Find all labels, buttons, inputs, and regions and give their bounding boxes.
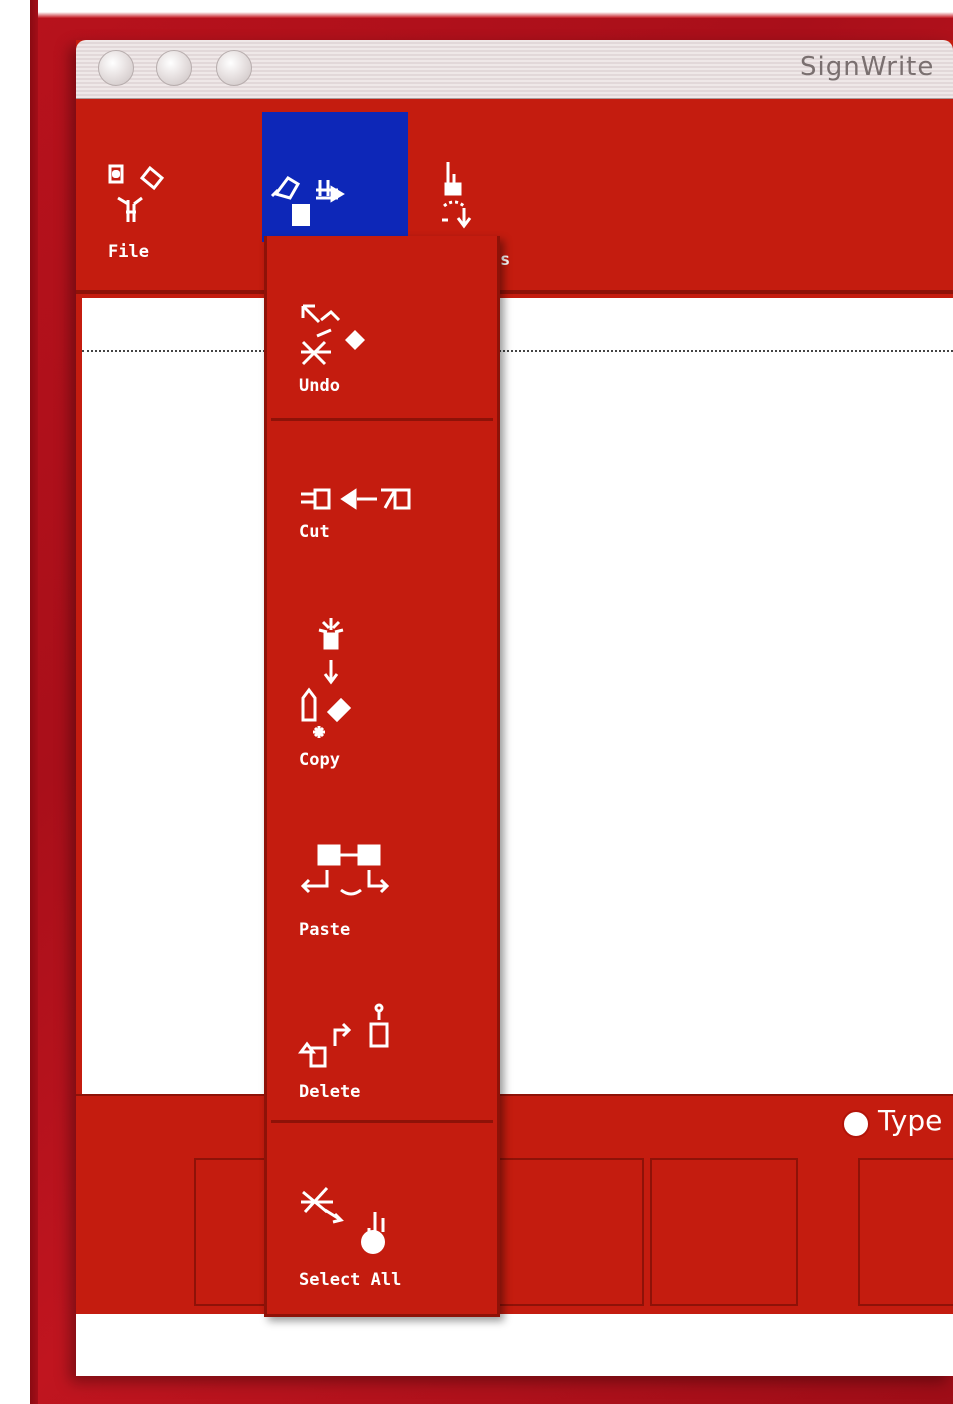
window-title: SignWrite	[800, 52, 935, 82]
palette-slot[interactable]	[496, 1158, 644, 1306]
toolbar-file-button[interactable]: File	[96, 112, 242, 276]
menu-separator	[271, 1120, 493, 1123]
menu-item-copy[interactable]: Copy	[267, 562, 497, 802]
desktop-edge	[0, 0, 38, 1404]
minimize-button[interactable]	[156, 50, 192, 86]
view-sign-icon	[442, 162, 472, 229]
baseline-guide	[82, 350, 953, 352]
menu-item-undo[interactable]: Undo	[267, 236, 497, 416]
title-bar[interactable]: SignWrite	[76, 40, 953, 99]
palette-slot[interactable]	[858, 1158, 953, 1306]
copy-sign-icon	[301, 618, 352, 738]
text-strip[interactable]	[76, 1314, 953, 1376]
toolbar-file-label: File	[108, 242, 149, 262]
menu-item-select-all[interactable]: Select All	[267, 1124, 497, 1310]
menu-item-paste-label: Paste	[299, 920, 351, 940]
toolbar: File s	[76, 100, 953, 294]
zoom-button[interactable]	[216, 50, 252, 86]
type-radio-button[interactable]	[842, 1110, 870, 1138]
menu-item-select-all-label: Select All	[299, 1270, 402, 1290]
file-sign-icon	[108, 164, 165, 222]
app-window: SignWrite File s Type	[76, 40, 953, 1376]
menu-separator	[271, 418, 493, 421]
edit-menu: Undo Cut Copy Paste Delete Select All	[264, 236, 500, 1317]
paste-sign-icon	[300, 844, 390, 896]
toolbar-edit-button[interactable]	[262, 112, 408, 242]
desktop-top	[38, 0, 953, 18]
menu-item-paste[interactable]: Paste	[267, 802, 497, 972]
menu-item-copy-label: Copy	[299, 750, 340, 770]
status-bar: Type	[76, 1094, 953, 1156]
cut-sign-icon	[301, 488, 411, 510]
menu-item-undo-label: Undo	[299, 376, 340, 396]
menu-item-cut[interactable]: Cut	[267, 422, 497, 562]
select-all-sign-icon	[301, 1186, 385, 1254]
menu-item-delete-label: Delete	[299, 1082, 361, 1102]
delete-sign-icon	[298, 1003, 389, 1068]
menu-item-cut-label: Cut	[299, 522, 330, 542]
edit-sign-icon	[270, 176, 345, 226]
palette-slot[interactable]	[650, 1158, 798, 1306]
menu-item-delete[interactable]: Delete	[267, 972, 497, 1118]
sign-canvas[interactable]	[82, 298, 953, 1094]
symbol-palette	[76, 1152, 953, 1312]
undo-sign-icon	[301, 304, 365, 366]
toolbar-view-label: s	[500, 250, 511, 270]
type-radio-label: Type	[878, 1104, 943, 1137]
close-button[interactable]	[98, 50, 134, 86]
